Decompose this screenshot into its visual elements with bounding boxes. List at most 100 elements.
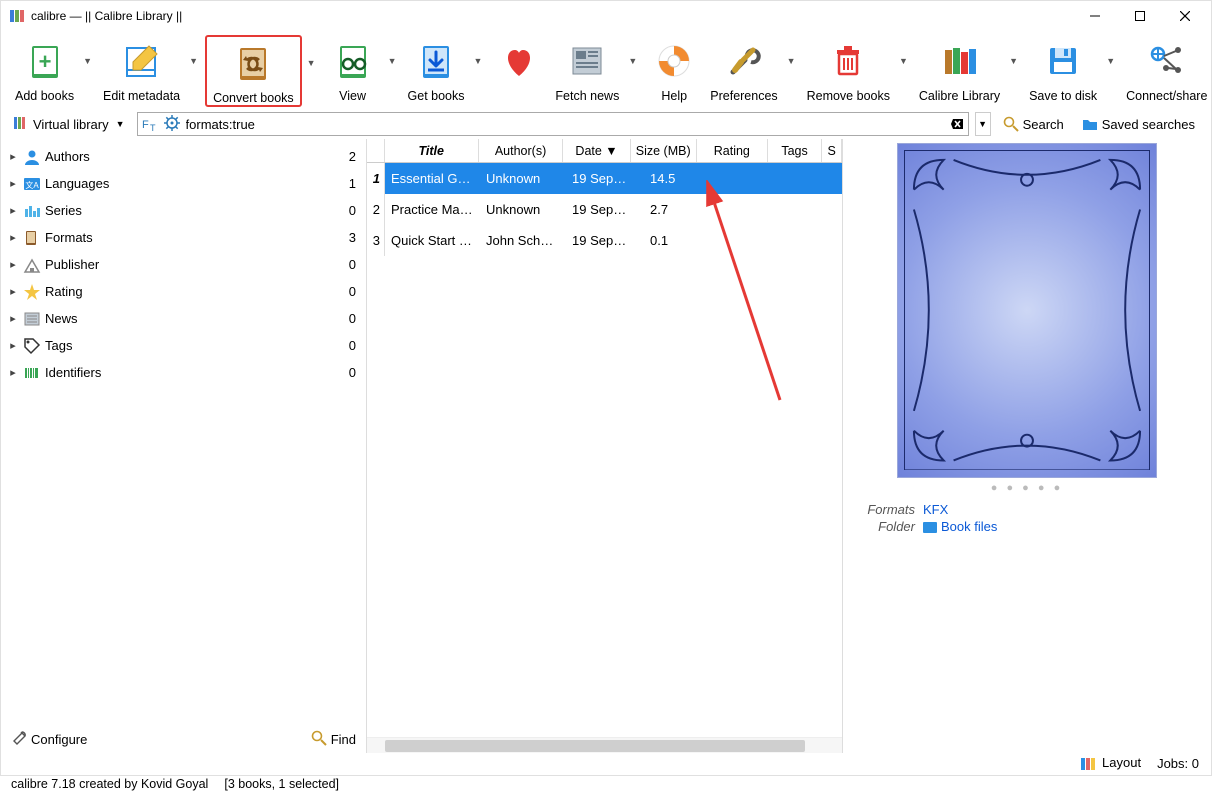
preferences-button[interactable]: Preferences bbox=[706, 35, 781, 103]
save-to-disk-button[interactable]: Save to disk bbox=[1025, 35, 1101, 103]
column-rating[interactable]: Rating bbox=[697, 139, 768, 162]
chevron-down-icon[interactable]: ▼ bbox=[1101, 56, 1120, 66]
lang-icon: 文A bbox=[23, 175, 41, 193]
expand-icon: ▸ bbox=[7, 177, 19, 190]
folder-link[interactable]: Book files bbox=[923, 519, 997, 534]
minimize-button[interactable] bbox=[1072, 1, 1117, 31]
books-icon bbox=[13, 115, 29, 134]
search-icon bbox=[311, 730, 327, 749]
gear-icon[interactable] bbox=[164, 115, 180, 134]
chevron-down-icon[interactable]: ▼ bbox=[782, 56, 801, 66]
toolbar-label: Convert books bbox=[213, 91, 294, 105]
sidebar-item-label: News bbox=[45, 311, 349, 326]
sidebar-item-publisher[interactable]: ▸Publisher0 bbox=[1, 251, 366, 278]
column-date[interactable]: Date ▼ bbox=[563, 139, 630, 162]
column-tags[interactable]: Tags bbox=[768, 139, 822, 162]
wrench-icon bbox=[11, 730, 27, 749]
search-button-label: Search bbox=[1023, 117, 1064, 132]
sidebar-item-rating[interactable]: ▸Rating0 bbox=[1, 278, 366, 305]
sidebar-item-label: Publisher bbox=[45, 257, 349, 272]
close-button[interactable] bbox=[1162, 1, 1207, 31]
layout-icon bbox=[1081, 757, 1095, 771]
sidebar-item-identifiers[interactable]: ▸Identifiers0 bbox=[1, 359, 366, 386]
save-to-disk-icon bbox=[1042, 35, 1084, 87]
column-author-s-[interactable]: Author(s) bbox=[479, 139, 564, 162]
search-history-dropdown[interactable]: ▼ bbox=[975, 112, 991, 136]
edit-metadata-button[interactable]: Edit metadata bbox=[99, 35, 184, 103]
expand-icon: ▸ bbox=[7, 231, 19, 244]
sidebar-item-formats[interactable]: ▸Formats3 bbox=[1, 224, 366, 251]
saved-searches-button[interactable]: Saved searches bbox=[1076, 114, 1201, 134]
add-books-button[interactable]: +Add books bbox=[11, 35, 78, 103]
table-row[interactable]: 1Essential Gram…Unknown19 Sep 202414.5 bbox=[367, 163, 842, 194]
view-button[interactable]: View bbox=[323, 35, 383, 103]
column-s[interactable]: S bbox=[822, 139, 842, 162]
find-button[interactable]: Find bbox=[311, 730, 356, 749]
sidebar-item-tags[interactable]: ▸Tags0 bbox=[1, 332, 366, 359]
sidebar-item-authors[interactable]: ▸Authors2 bbox=[1, 143, 366, 170]
cell-authors: Unknown bbox=[480, 171, 566, 186]
cell-date: 19 Sep 2024 bbox=[566, 202, 634, 217]
convert-books-button[interactable]: Convert books bbox=[205, 35, 302, 107]
book-cover[interactable] bbox=[897, 143, 1157, 478]
expand-icon: ▸ bbox=[7, 285, 19, 298]
toolbar-label: Edit metadata bbox=[103, 89, 180, 103]
formats-icon bbox=[23, 229, 41, 247]
chevron-down-icon[interactable]: ▼ bbox=[302, 58, 321, 68]
search-button[interactable]: Search bbox=[997, 114, 1070, 134]
sidebar-item-news[interactable]: ▸News0 bbox=[1, 305, 366, 332]
cell-size: 0.1 bbox=[634, 233, 701, 248]
chevron-down-icon: ▼ bbox=[116, 119, 125, 129]
table-row[interactable]: 3Quick Start GuideJohn Schember19 Sep 20… bbox=[367, 225, 842, 256]
table-body: 1Essential Gram…Unknown19 Sep 202414.52P… bbox=[367, 163, 842, 737]
ft-icon[interactable]: FT bbox=[142, 115, 160, 133]
configure-button[interactable]: Configure bbox=[11, 730, 87, 749]
chevron-down-icon[interactable]: ▼ bbox=[623, 56, 642, 66]
horizontal-scrollbar[interactable] bbox=[367, 737, 842, 753]
column-size-mb-[interactable]: Size (MB) bbox=[631, 139, 697, 162]
connect-share-button[interactable]: Connect/share bbox=[1122, 35, 1211, 103]
jobs-button[interactable]: Jobs: 0 bbox=[1157, 756, 1199, 771]
expand-icon: ▸ bbox=[7, 258, 19, 271]
heart-button[interactable] bbox=[489, 35, 549, 89]
toolbar-label: Calibre Library bbox=[919, 89, 1000, 103]
sidebar-item-count: 0 bbox=[349, 365, 356, 380]
help-button[interactable]: Help bbox=[644, 35, 704, 103]
search-input[interactable] bbox=[184, 114, 948, 134]
chevron-down-icon[interactable]: ▼ bbox=[894, 56, 913, 66]
chevron-down-icon[interactable]: ▼ bbox=[383, 56, 402, 66]
cell-authors: John Schember bbox=[480, 233, 566, 248]
chevron-down-icon[interactable]: ▼ bbox=[78, 56, 97, 66]
cell-date: 19 Sep 2024 bbox=[566, 171, 634, 186]
table-row[interactable]: 2Practice Makes …Unknown19 Sep 20242.7 bbox=[367, 194, 842, 225]
virtual-library-button[interactable]: Virtual library ▼ bbox=[7, 113, 131, 136]
layout-button[interactable]: Layout bbox=[1081, 755, 1141, 771]
toolbar-label: Save to disk bbox=[1029, 89, 1097, 103]
folder-label: Folder bbox=[859, 519, 915, 534]
sidebar-item-languages[interactable]: ▸文ALanguages1 bbox=[1, 170, 366, 197]
chevron-down-icon[interactable]: ▼ bbox=[469, 56, 488, 66]
clear-search-button[interactable] bbox=[948, 114, 968, 134]
status-selection: [3 books, 1 selected] bbox=[224, 777, 339, 791]
chevron-down-icon[interactable]: ▼ bbox=[1004, 56, 1023, 66]
cell-title: Essential Gram… bbox=[385, 171, 480, 186]
configure-label: Configure bbox=[31, 732, 87, 747]
formats-link[interactable]: KFX bbox=[923, 502, 948, 517]
remove-books-button[interactable]: Remove books bbox=[803, 35, 894, 103]
expand-icon: ▸ bbox=[7, 204, 19, 217]
maximize-button[interactable] bbox=[1117, 1, 1162, 31]
fetch-news-button[interactable]: Fetch news bbox=[551, 35, 623, 103]
sidebar-item-series[interactable]: ▸Series0 bbox=[1, 197, 366, 224]
sidebar-item-label: Languages bbox=[45, 176, 349, 191]
sidebar-item-label: Rating bbox=[45, 284, 349, 299]
find-label: Find bbox=[331, 732, 356, 747]
column-title[interactable]: Title bbox=[385, 139, 479, 162]
series-icon bbox=[23, 202, 41, 220]
get-books-button[interactable]: Get books bbox=[404, 35, 469, 103]
fetch-news-icon bbox=[566, 35, 608, 87]
panel-gripper[interactable]: ● ● ● ● ● bbox=[991, 482, 1063, 494]
book-metadata: Formats KFX Folder Book files bbox=[843, 494, 1211, 542]
sidebar-item-count: 3 bbox=[349, 230, 356, 245]
chevron-down-icon[interactable]: ▼ bbox=[184, 56, 203, 66]
calibre-library-button[interactable]: Calibre Library bbox=[915, 35, 1004, 103]
